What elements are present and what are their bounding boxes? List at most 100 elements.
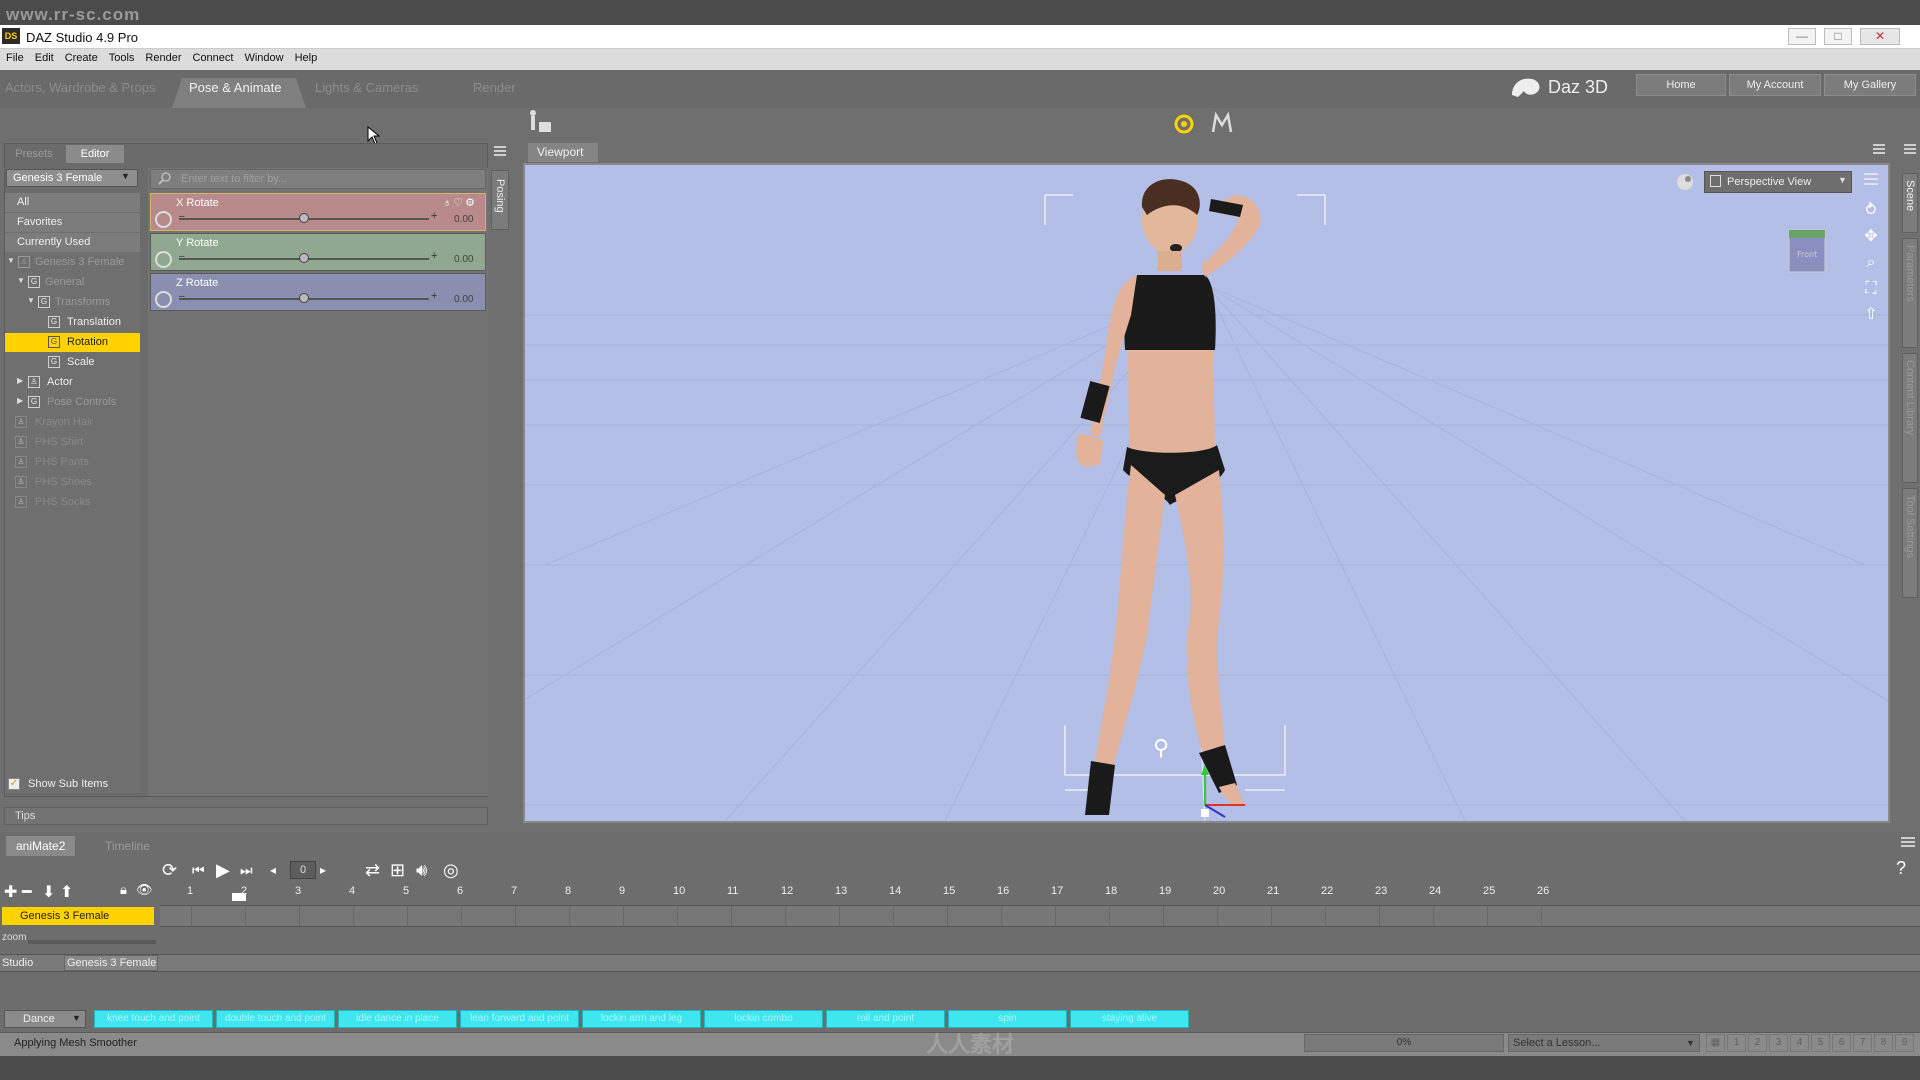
menu-window[interactable]: Window — [238, 49, 288, 64]
tab-render[interactable]: Render — [473, 80, 516, 95]
pager-page[interactable]: 7 — [1853, 1034, 1872, 1052]
add-key-icon[interactable]: ⊞ — [390, 858, 405, 882]
current-frame-field[interactable]: 0 — [290, 861, 316, 879]
tree-item-krayon-hair[interactable]: ♙ Krayon Hair — [5, 413, 140, 432]
pager-page[interactable]: 3 — [1769, 1034, 1788, 1052]
timeline-ruler[interactable]: 1 2 3 4 5 6 7 8 9 10 11 12 13 14 15 16 17 18 19 20 21 22 23 24 2… — [160, 882, 1920, 902]
animation-block[interactable]: spin — [948, 1010, 1067, 1028]
figure-select[interactable]: Genesis 3 Female — [6, 169, 138, 187]
tree-item-actor[interactable]: ▶ ♙ Actor — [5, 373, 140, 392]
tab-actors-wardrobe-props[interactable]: Actors, Wardrobe & Props — [5, 80, 156, 95]
help-icon[interactable]: ? — [1896, 858, 1906, 879]
my-gallery-link[interactable]: My Gallery — [1824, 74, 1916, 96]
right-pane-menu-icon[interactable] — [1903, 143, 1917, 155]
minimize-button[interactable]: — — [1788, 28, 1816, 45]
tree-item-phs-pants[interactable]: ♙ PHS Pants — [5, 453, 140, 472]
tree-item-translation[interactable]: G Translation — [5, 313, 140, 332]
remove-layer-icon[interactable]: ━ — [22, 882, 32, 902]
slider-value[interactable]: 0.00 — [454, 214, 473, 225]
animation-block[interactable]: staying alive — [1070, 1010, 1189, 1028]
record-icon[interactable]: ◎ — [443, 858, 459, 882]
menu-connect[interactable]: Connect — [187, 49, 239, 64]
slider-knob[interactable] — [299, 253, 309, 263]
tab-lights-cameras[interactable]: Lights & Cameras — [315, 80, 418, 95]
tree-item-phs-shoes[interactable]: ♙ PHS Shoes — [5, 473, 140, 492]
menu-create[interactable]: Create — [59, 49, 103, 64]
filter-input[interactable]: Enter text to filter by... — [150, 169, 486, 189]
tree-item-scale[interactable]: G Scale — [5, 353, 140, 372]
tab-content-library[interactable]: Content Library — [1902, 353, 1918, 483]
animation-block[interactable]: idle dance in place — [338, 1010, 457, 1028]
figure-tool-icon[interactable] — [527, 108, 555, 136]
x-rotate-slider[interactable]: X Rotate ♁♡⚙ – + 0.00 — [150, 193, 486, 231]
slider-knob[interactable] — [299, 293, 309, 303]
universal-tool-icon[interactable] — [1210, 110, 1234, 136]
animation-block[interactable]: knee touch and point — [94, 1010, 213, 1028]
tree-item-general[interactable]: ▼ G General — [5, 273, 140, 292]
tree-item-currently-used[interactable]: Currently Used — [5, 233, 140, 252]
draw-style-icon[interactable] — [1674, 171, 1696, 193]
3d-viewport[interactable]: ⚲ — [523, 163, 1890, 823]
z-rotate-slider[interactable]: Z Rotate – + 0.00 — [150, 273, 486, 311]
prev-frame-icon[interactable]: ◂ — [270, 858, 276, 882]
pan-icon[interactable]: ✥ — [1860, 226, 1882, 248]
audio-icon[interactable]: 🔊︎ — [416, 858, 427, 882]
move-up-icon[interactable]: ⬆ — [60, 882, 73, 902]
animation-track[interactable] — [160, 905, 1920, 927]
menu-render[interactable]: Render — [139, 49, 186, 64]
camera-select[interactable]: Perspective View — [1704, 171, 1852, 193]
playhead[interactable] — [232, 893, 246, 901]
active-pose-tool-icon[interactable] — [1170, 108, 1200, 138]
home-link[interactable]: Home — [1636, 74, 1726, 96]
tab-editor[interactable]: Editor — [66, 145, 124, 163]
slider-tools-icon[interactable]: ♁♡⚙ — [443, 196, 477, 209]
menu-file[interactable]: File — [0, 49, 29, 64]
show-sub-items-checkbox[interactable]: ✓ Show Sub Items — [8, 777, 138, 793]
pager-page[interactable]: 4 — [1790, 1034, 1809, 1052]
play-icon[interactable]: ▶ — [216, 858, 230, 882]
animation-block[interactable]: lockin combo — [704, 1010, 823, 1028]
animation-block[interactable]: lockin arm and leg — [582, 1010, 701, 1028]
menu-tools[interactable]: Tools — [103, 49, 140, 64]
animation-block[interactable]: lean forward and point — [460, 1010, 579, 1028]
go-end-icon[interactable]: ⏭ — [240, 858, 253, 882]
tab-tool-settings[interactable]: Tool Settings — [1902, 488, 1918, 598]
add-layer-icon[interactable]: ✚ — [4, 882, 17, 902]
studio-figure-select[interactable]: Genesis 3 Female — [64, 955, 158, 971]
my-account-link[interactable]: My Account — [1729, 74, 1821, 96]
pager-page[interactable]: 6 — [1832, 1034, 1851, 1052]
zoom-icon[interactable]: ⌕ — [1860, 252, 1882, 274]
visibility-icon[interactable]: 👁︎ — [136, 882, 153, 898]
tree-item-pose-controls[interactable]: ▶ G Pose Controls — [5, 393, 140, 412]
go-start-icon[interactable]: ⏮ — [192, 858, 205, 882]
lock-icon[interactable]: 🔒︎ — [120, 882, 127, 898]
layer-genesis-3-female[interactable]: Genesis 3 Female — [2, 907, 154, 925]
animate-menu-icon[interactable] — [1900, 836, 1916, 850]
slider-value[interactable]: 0.00 — [454, 254, 473, 265]
zoom-slider[interactable] — [28, 940, 156, 944]
lesson-select[interactable]: Select a Lesson... — [1508, 1034, 1700, 1052]
orbit-icon[interactable]: ⥁ — [1860, 200, 1882, 222]
tree-item-favorites[interactable]: Favorites — [5, 213, 140, 232]
viewport-tab[interactable]: Viewport — [528, 143, 598, 162]
tab-scene[interactable]: Scene — [1902, 173, 1918, 233]
tree-item-phs-shirt[interactable]: ♙ PHS Shirt — [5, 433, 140, 452]
side-tab-posing[interactable]: Posing — [491, 170, 509, 230]
animation-block[interactable]: roll and point — [826, 1010, 945, 1028]
pager-page[interactable]: 2 — [1748, 1034, 1767, 1052]
tips-tab[interactable]: Tips — [4, 807, 488, 825]
tab-presets[interactable]: Presets — [4, 145, 64, 163]
pane-menu-icon[interactable] — [493, 145, 507, 157]
menu-edit[interactable]: Edit — [29, 49, 59, 64]
tab-pose-animate[interactable]: Pose & Animate — [189, 80, 282, 95]
y-rotate-slider[interactable]: Y Rotate – + 0.00 — [150, 233, 486, 271]
tree-item-all[interactable]: All — [5, 193, 140, 212]
viewport-options-icon[interactable] — [1862, 171, 1880, 187]
slider-value[interactable]: 0.00 — [454, 294, 473, 305]
tab-animate2[interactable]: aniMate2 — [6, 836, 76, 856]
pager-grid-icon[interactable]: ▦ — [1706, 1034, 1725, 1052]
tree-item-genesis-3-female[interactable]: ▼ ♙ Genesis 3 Female — [5, 253, 140, 272]
move-down-icon[interactable]: ⬇ — [42, 882, 55, 902]
slider-knob[interactable] — [299, 213, 309, 223]
tree-item-rotation[interactable]: G Rotation — [5, 333, 140, 352]
